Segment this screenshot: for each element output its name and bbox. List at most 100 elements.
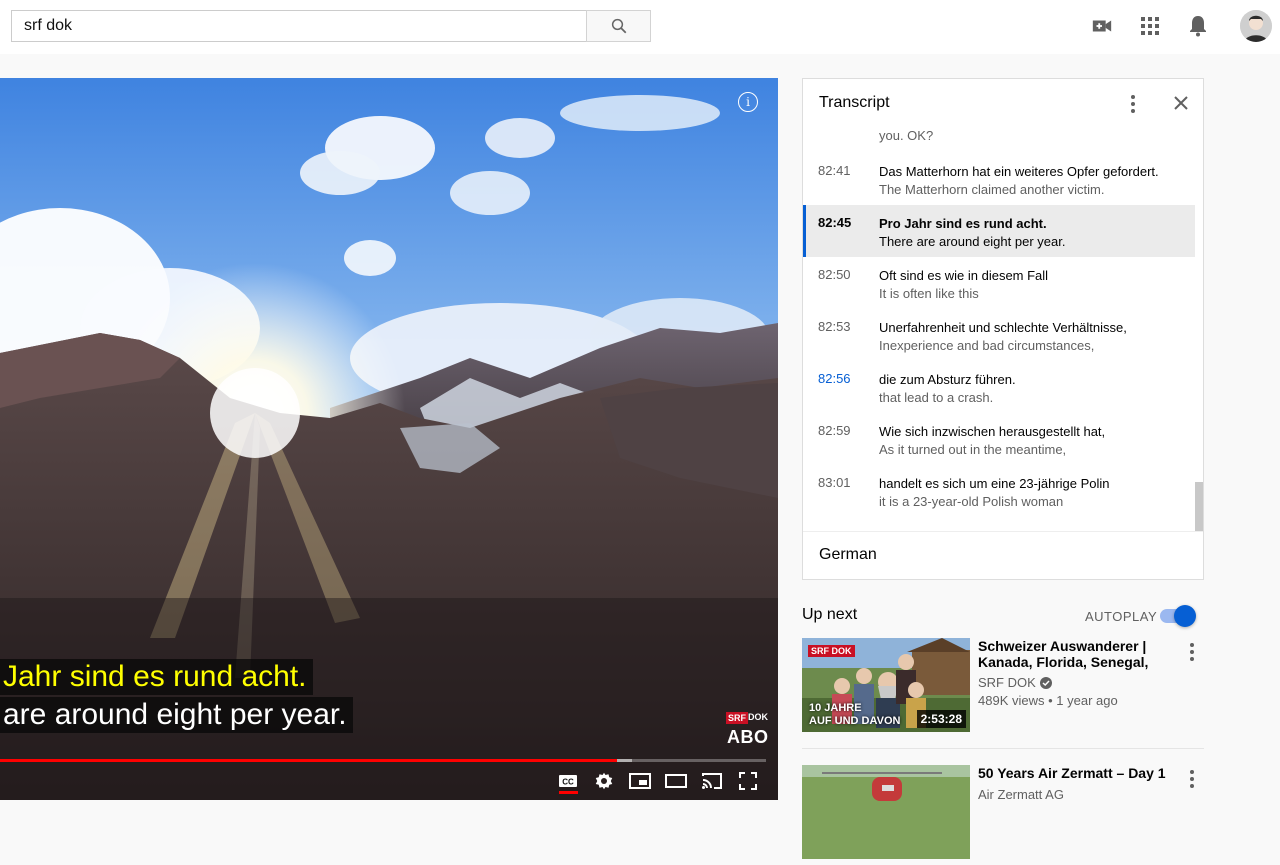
list-divider xyxy=(802,748,1204,749)
transcript-text-en: There are around eight per year. xyxy=(879,234,1066,249)
transcript-text-de: Oft sind es wie in diesem Fall xyxy=(879,268,1049,283)
transcript-text-en: It is often like this xyxy=(879,286,979,301)
transcript-row[interactable]: 82:41 Das Matterhorn hat ein weiteres Opf… xyxy=(803,153,1195,205)
transcript-timestamp[interactable]: 82:41 xyxy=(818,163,851,178)
transcript-text-en: The Matterhorn claimed another victim. xyxy=(879,182,1105,197)
fullscreen-button[interactable] xyxy=(737,770,759,792)
thumbnail-badge: SRF DOK xyxy=(808,645,855,657)
transcript-timestamp[interactable]: 83:01 xyxy=(818,475,851,490)
transcript-row[interactable]: 82:53 Unerfahrenheit und schlechte Verhäl… xyxy=(803,309,1195,361)
video-title[interactable]: Schweizer Auswanderer | Kanada, Florida,… xyxy=(978,638,1188,670)
watermark-dok: DOK xyxy=(748,712,768,722)
theater-mode-button[interactable] xyxy=(665,770,687,792)
transcript-text-de: Wie sich inzwischen herausgestellt hat, xyxy=(879,424,1106,439)
transcript-text-de: handelt es sich um eine 23-jährige Polin xyxy=(879,476,1110,491)
search-input-value: srf dok xyxy=(24,17,73,34)
transcript-text-de: Unerfahrenheit und schlechte Verhältniss… xyxy=(879,320,1127,335)
watermark-srf: SRF xyxy=(726,712,748,724)
video-player[interactable]: i Jahr sind es rund acht. are around eig… xyxy=(0,78,778,800)
transcript-text: Das Matterhorn hat ein weiteres Opfer ge… xyxy=(879,163,1189,199)
watermark-abo: ABO xyxy=(727,727,769,747)
transcript-text-en: As it turned out in the meantime, xyxy=(879,442,1067,457)
video-meta: 489K views • 1 year ago xyxy=(978,693,1118,708)
video-views: 489K views xyxy=(978,693,1045,708)
subtitles-active-indicator xyxy=(559,791,578,794)
progress-bar[interactable] xyxy=(0,759,766,762)
transcript-text: Pro Jahr sind es rund acht. There are aro… xyxy=(879,215,1189,251)
cc-icon: CC xyxy=(559,775,577,787)
theater-mode-icon xyxy=(665,774,687,788)
apps-button[interactable] xyxy=(1138,14,1162,38)
video-duration: 2:53:28 xyxy=(916,710,966,728)
transcript-text-de: die zum Absturz führen. xyxy=(879,372,1016,387)
notifications-button[interactable] xyxy=(1186,14,1210,38)
search-input[interactable]: srf dok xyxy=(11,10,587,42)
transcript-text: handelt es sich um eine 23-jährige Polin… xyxy=(879,475,1189,511)
transcript-row[interactable]: 82:59 Wie sich inzwischen herausgestellt … xyxy=(803,413,1195,465)
transcript-text-de: Das Matterhorn hat ein weiteres Opfer ge… xyxy=(879,164,1159,179)
more-actions-icon[interactable] xyxy=(1186,642,1198,662)
transcript-panel: Transcript you. OK? 82:41 Das Matterhorn … xyxy=(802,78,1204,580)
transcript-text: Unerfahrenheit und schlechte Verhältniss… xyxy=(879,319,1189,355)
thumbnail-text-line-1: 10 JAHRE xyxy=(809,702,862,714)
apps-grid-icon xyxy=(1141,17,1159,35)
transcript-row[interactable]: 82:50 Oft sind es wie in diesem Fall It is… xyxy=(803,257,1195,309)
fullscreen-icon xyxy=(739,772,757,790)
autoplay-toggle-knob[interactable] xyxy=(1174,605,1196,627)
transcript-timestamp[interactable]: 82:50 xyxy=(818,267,851,282)
search-button[interactable] xyxy=(586,10,651,42)
svg-text:CC: CC xyxy=(562,778,574,787)
cast-button[interactable] xyxy=(701,770,723,792)
create-video-button[interactable] xyxy=(1090,14,1114,38)
settings-button[interactable] xyxy=(593,770,615,792)
caption-line-2: are around eight per year. xyxy=(0,697,353,733)
transcript-row[interactable]: 83:01 handelt es sich um eine 23-jährige … xyxy=(803,465,1195,517)
thumbnail-text-line-2: AUF UND DAVON xyxy=(809,715,901,727)
search-icon xyxy=(611,18,626,34)
transcript-title: Transcript xyxy=(819,94,890,111)
thumbnail-image xyxy=(802,765,970,859)
transcript-timestamp[interactable]: 82:53 xyxy=(818,319,851,334)
channel-name: SRF DOK xyxy=(978,675,1036,690)
caption-line-1: Jahr sind es rund acht. xyxy=(0,659,313,695)
transcript-text-de: Pro Jahr sind es rund acht. xyxy=(879,216,1047,231)
avatar[interactable] xyxy=(1240,10,1272,42)
transcript-text-en: you. OK? xyxy=(879,128,934,143)
transcript-language: German xyxy=(819,546,877,563)
up-next-heading: Up next xyxy=(802,606,858,623)
transcript-language-selector[interactable]: German xyxy=(803,531,1203,579)
miniplayer-button[interactable] xyxy=(629,770,651,792)
transcript-text-en: that lead to a crash. xyxy=(879,390,994,405)
miniplayer-icon xyxy=(629,773,651,789)
transcript-row-partial[interactable]: you. OK? xyxy=(803,127,1195,147)
transcript-header: Transcript xyxy=(803,79,1203,127)
verified-check-icon xyxy=(1039,676,1052,689)
transcript-list[interactable]: you. OK? 82:41 Das Matterhorn hat ein wei… xyxy=(803,127,1203,531)
video-thumbnail[interactable] xyxy=(802,765,970,859)
progress-buffer xyxy=(617,759,632,762)
video-thumbnail[interactable]: SRF DOK 10 JAHRE AUF UND DAVON 2:53:28 xyxy=(802,638,970,732)
transcript-scrollbar-thumb[interactable] xyxy=(1195,482,1203,531)
create-video-icon xyxy=(1092,20,1112,32)
autoplay-label: AUTOPLAY xyxy=(1085,609,1158,624)
settings-gear-icon xyxy=(595,772,613,790)
transcript-timestamp[interactable]: 82:45 xyxy=(818,215,851,230)
transcript-row-active[interactable]: 82:45 Pro Jahr sind es rund acht. There ar… xyxy=(803,205,1195,257)
transcript-timestamp[interactable]: 82:56 xyxy=(818,371,851,386)
subtitles-button[interactable]: CC xyxy=(557,770,579,792)
up-next-video[interactable]: 50 Years Air Zermatt – Day 1 Air Zermatt… xyxy=(802,765,1202,865)
video-title[interactable]: 50 Years Air Zermatt – Day 1 xyxy=(978,765,1188,781)
transcript-text: Oft sind es wie in diesem Fall It is ofte… xyxy=(879,267,1189,303)
more-actions-icon[interactable] xyxy=(1186,769,1198,789)
transcript-timestamp[interactable]: 82:59 xyxy=(818,423,851,438)
up-next-video[interactable]: SRF DOK 10 JAHRE AUF UND DAVON 2:53:28 S… xyxy=(802,638,1202,738)
more-options-icon[interactable] xyxy=(1129,94,1137,114)
transcript-row[interactable]: 82:56 die zum Absturz führen. that lead to… xyxy=(803,361,1195,413)
video-age: 1 year ago xyxy=(1056,693,1118,708)
transcript-text: die zum Absturz führen. that lead to a cr… xyxy=(879,371,1189,407)
video-channel[interactable]: SRF DOK xyxy=(978,675,1052,690)
close-icon[interactable] xyxy=(1173,95,1189,111)
cast-icon xyxy=(702,773,722,789)
video-info-button[interactable]: i xyxy=(738,92,758,112)
top-bar: srf dok xyxy=(0,0,1280,54)
